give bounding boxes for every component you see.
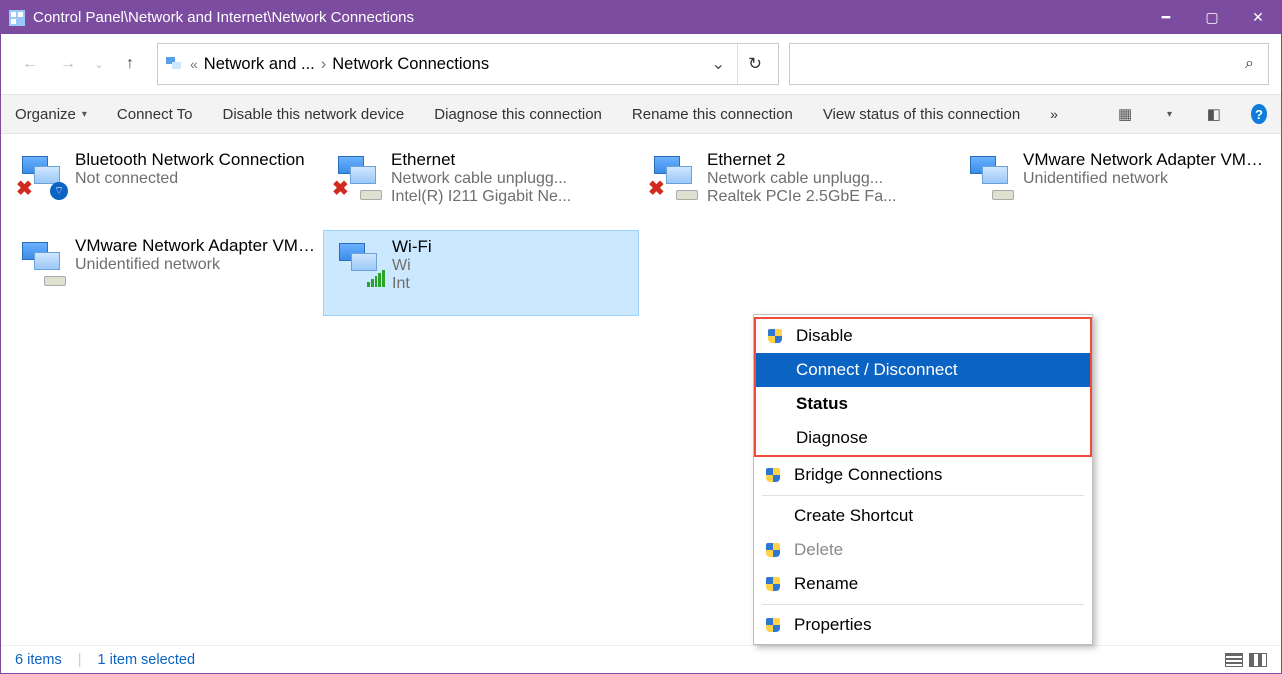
cm-bridge-connections[interactable]: Bridge Connections [754, 458, 1092, 492]
adapter-name: Wi-Fi [392, 237, 632, 257]
shield-icon [766, 618, 780, 632]
window-title: Control Panel\Network and Internet\Netwo… [33, 9, 1143, 26]
status-bar: 6 items | 1 item selected [1, 645, 1281, 673]
preview-pane-button[interactable]: ◧ [1207, 105, 1221, 123]
item-count: 6 items [15, 652, 62, 668]
connect-to-button[interactable]: Connect To [117, 106, 193, 123]
adapter-name: Ethernet [391, 150, 633, 170]
refresh-button[interactable]: ↻ [737, 44, 772, 84]
rename-connection-button[interactable]: Rename this connection [632, 106, 793, 123]
cm-disable[interactable]: Disable [756, 319, 1090, 353]
adapter-status: Network cable unplugg... [391, 170, 633, 188]
navigation-bar: ← → ⌄ ↑ Network and ... › Network Connec… [1, 34, 1281, 94]
ethernet-plug-icon [992, 190, 1014, 200]
network-adapter-item[interactable]: ✖ Ethernet 2Network cable unplugg...Realt… [639, 144, 955, 230]
cm-delete: Delete [754, 533, 1092, 567]
network-adapter-icon: ✖ [332, 154, 380, 198]
ethernet-plug-icon [676, 190, 698, 200]
cm-connect-disconnect[interactable]: Connect / Disconnect [756, 353, 1090, 387]
breadcrumb-dropdown[interactable]: ⌄ [699, 54, 737, 74]
maximize-button[interactable]: ▢ [1189, 1, 1235, 34]
cm-create-shortcut[interactable]: Create Shortcut [754, 499, 1092, 533]
network-adapter-icon [333, 241, 381, 285]
breadcrumb-seg-parent[interactable]: Network and ... [204, 55, 315, 74]
adapter-device: Int [392, 275, 632, 293]
back-button[interactable]: ← [13, 47, 47, 81]
wifi-signal-icon [367, 269, 385, 287]
view-options-button[interactable]: ▦ [1118, 105, 1132, 123]
adapter-status: Unidentified network [75, 256, 317, 274]
ethernet-plug-icon [360, 190, 382, 200]
network-adapter-icon [964, 154, 1012, 198]
disconnected-x-icon: ✖ [648, 182, 666, 200]
minimize-button[interactable]: ━ [1143, 1, 1189, 34]
shield-icon [766, 543, 780, 557]
close-button[interactable]: ✕ [1235, 1, 1281, 34]
organize-menu[interactable]: Organize [15, 106, 87, 123]
bluetooth-icon: ⌔ [50, 182, 68, 200]
adapter-status: Network cable unplugg... [707, 170, 949, 188]
adapter-device: Realtek PCIe 2.5GbE Fa... [707, 188, 949, 206]
separator [762, 604, 1084, 605]
help-button[interactable]: ? [1251, 104, 1267, 124]
cm-status[interactable]: Status [756, 387, 1090, 421]
details-view-button[interactable] [1225, 653, 1243, 667]
cm-rename[interactable]: Rename [754, 567, 1092, 601]
chevron-right-icon: › [321, 55, 327, 74]
adapter-status: Unidentified network [1023, 170, 1265, 188]
search-icon: ⌕ [1245, 55, 1254, 73]
ethernet-plug-icon [44, 276, 66, 286]
control-panel-icon [9, 10, 25, 26]
diagnose-connection-button[interactable]: Diagnose this connection [434, 106, 602, 123]
network-adapter-icon: ✖⌔ [16, 154, 64, 198]
up-button[interactable]: ↑ [113, 47, 147, 81]
search-input[interactable]: ⌕ [789, 43, 1269, 85]
command-toolbar: Organize Connect To Disable this network… [1, 94, 1281, 134]
chevron-left-icon [190, 55, 204, 74]
shield-icon [766, 577, 780, 591]
view-status-button[interactable]: View status of this connection [823, 106, 1020, 123]
network-adapter-item[interactable]: ✖ EthernetNetwork cable unplugg...Intel(R… [323, 144, 639, 230]
recent-locations-button[interactable]: ⌄ [89, 47, 109, 81]
network-adapter-icon: ✖ [648, 154, 696, 198]
network-connections-icon [164, 54, 184, 74]
network-adapter-item[interactable]: ✖⌔Bluetooth Network ConnectionNot connec… [7, 144, 323, 230]
shield-icon [768, 329, 782, 343]
network-adapter-item[interactable]: VMware Network Adapter VMnet8Unidentifie… [7, 230, 323, 316]
adapter-status: Wi [392, 257, 632, 275]
cm-diagnose[interactable]: Diagnose [756, 421, 1090, 455]
network-adapter-item[interactable]: VMware Network Adapter VMnet1Unidentifie… [955, 144, 1271, 230]
breadcrumb[interactable]: Network and ... › Network Connections ⌄ … [157, 43, 779, 85]
context-menu-highlight-group: Disable Connect / Disconnect Status Diag… [754, 317, 1092, 457]
disable-device-button[interactable]: Disable this network device [223, 106, 405, 123]
context-menu: Disable Connect / Disconnect Status Diag… [753, 314, 1093, 645]
adapter-name: VMware Network Adapter VMnet1 [1023, 150, 1265, 170]
adapter-name: Ethernet 2 [707, 150, 949, 170]
shield-icon [766, 468, 780, 482]
adapter-name: VMware Network Adapter VMnet8 [75, 236, 317, 256]
cm-properties[interactable]: Properties [754, 608, 1092, 642]
network-adapter-icon [16, 240, 64, 284]
forward-button[interactable]: → [51, 47, 85, 81]
network-adapter-item[interactable]: Wi-FiWiInt [323, 230, 639, 316]
view-dropdown-button[interactable]: ▾ [1162, 105, 1176, 123]
disconnected-x-icon: ✖ [332, 182, 350, 200]
breadcrumb-seg-current[interactable]: Network Connections [332, 55, 489, 74]
disconnected-x-icon: ✖ [16, 182, 34, 200]
separator [762, 495, 1084, 496]
adapter-status: Not connected [75, 170, 317, 188]
adapter-device: Intel(R) I211 Gigabit Ne... [391, 188, 633, 206]
window-titlebar: Control Panel\Network and Internet\Netwo… [1, 1, 1281, 34]
adapter-name: Bluetooth Network Connection [75, 150, 317, 170]
selection-count: 1 item selected [98, 652, 196, 668]
tiles-view-button[interactable] [1249, 653, 1267, 667]
toolbar-overflow-button[interactable]: » [1050, 106, 1058, 122]
